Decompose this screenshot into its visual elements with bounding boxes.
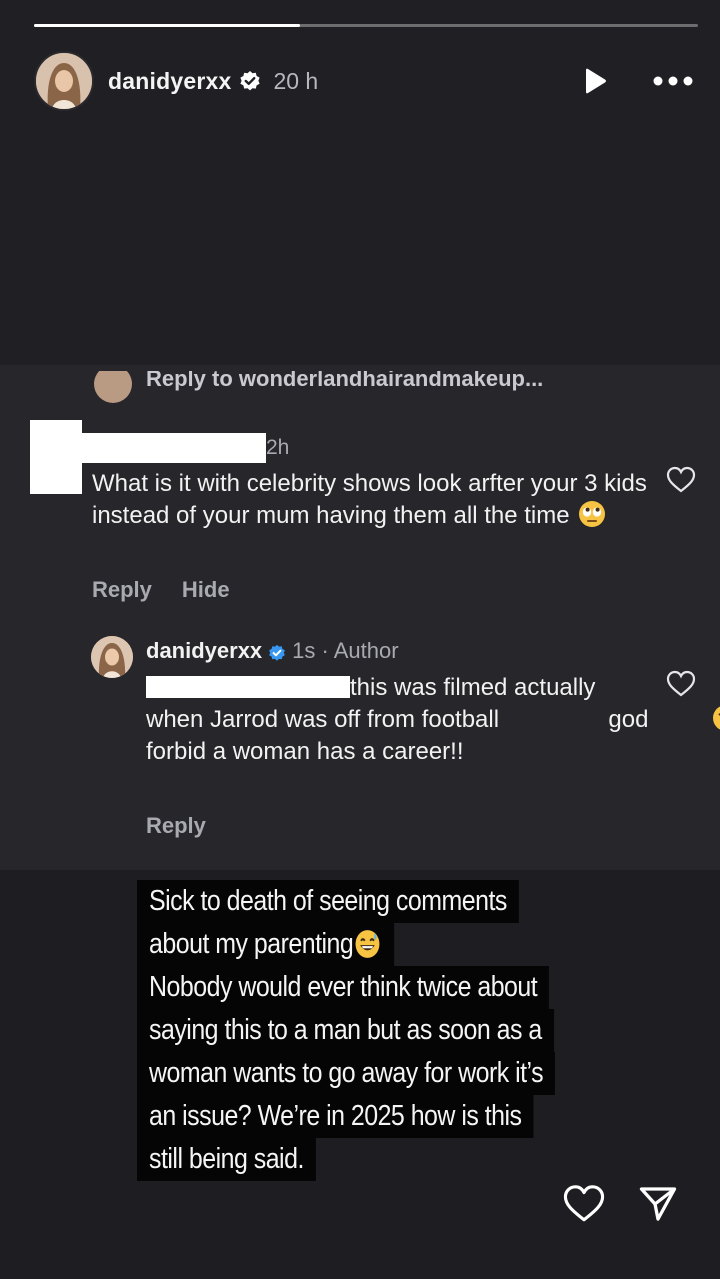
cut-off-reply-row: Reply to wonderlandhairandmakeup... [94, 371, 543, 411]
verified-badge-icon [268, 642, 286, 661]
redacted-avatar [30, 420, 82, 494]
like-reply-heart-icon[interactable] [666, 670, 696, 698]
story-viewer: danidyerxx 20 h Reply to wonderlandhaira… [0, 0, 720, 1279]
like-comment-heart-icon[interactable] [666, 466, 696, 494]
commenter-avatar [94, 371, 132, 403]
comment-text: What is it with celebrity shows look arf… [92, 470, 647, 529]
reply-meta: 1s · Author [292, 638, 399, 663]
hide-button[interactable]: Hide [182, 577, 230, 603]
comment-timestamp: 2h [266, 436, 290, 459]
kissing-face-emoji-icon [508, 704, 720, 732]
more-options-icon[interactable] [652, 66, 694, 96]
grinning-sweat-emoji-icon [355, 929, 381, 959]
caption-line: about my parenting [137, 923, 395, 966]
like-story-heart-icon[interactable] [560, 1180, 608, 1228]
story-bottom-actions [560, 1180, 682, 1228]
reply-header: danidyerxx 1s · Author [146, 638, 399, 664]
caption-line: an issue? We’re in 2025 how is this [137, 1095, 534, 1138]
redacted-username [82, 433, 266, 463]
story-caption: Sick to death of seeing comments about m… [137, 880, 627, 1181]
upside-down-face-emoji-icon [540, 704, 568, 732]
reply-to-reply-button[interactable]: Reply [146, 813, 206, 839]
story-progress-bar [34, 24, 698, 27]
caption-line: Nobody would ever think twice about [137, 966, 550, 1009]
rolling-eyes-emoji-icon [578, 500, 606, 528]
play-icon[interactable] [580, 66, 610, 96]
caption-line: Sick to death of seeing comments [137, 880, 519, 923]
reply-avatar[interactable] [91, 636, 133, 678]
caption-line: still being said. [137, 1138, 316, 1181]
reply-username[interactable]: danidyerxx [146, 638, 262, 664]
caption-line: saying this to a man but as soon as a [137, 1009, 554, 1052]
comment-actions: Reply Hide [92, 577, 260, 603]
reply-button[interactable]: Reply [92, 577, 152, 603]
reply-actions: Reply [146, 813, 236, 839]
story-header: danidyerxx 20 h [34, 50, 694, 112]
story-username[interactable]: danidyerxx [108, 68, 231, 95]
upside-down-face-emoji-icon [572, 704, 600, 732]
cut-off-reply-label: Reply to wonderlandhairandmakeup... [146, 371, 544, 391]
reply-text: this was filmed actually when Jarrod was… [146, 672, 720, 768]
avatar[interactable] [34, 51, 94, 111]
story-timestamp: 20 h [273, 67, 319, 94]
verified-badge-icon [239, 70, 261, 92]
story-progress-fill [34, 24, 300, 27]
share-send-icon[interactable] [634, 1180, 682, 1228]
caption-line: woman wants to go away for work it’s [137, 1052, 556, 1095]
